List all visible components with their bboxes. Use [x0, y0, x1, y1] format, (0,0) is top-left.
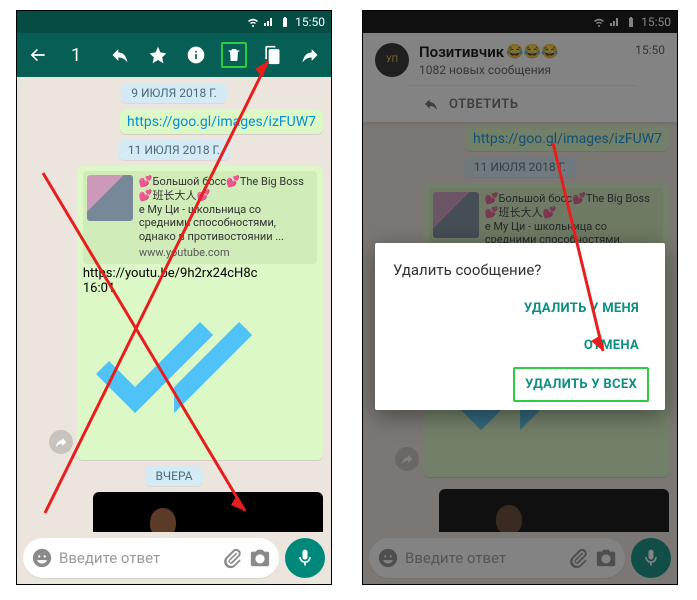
message-link-text[interactable]: https://goo.gl/images/izFUW7: [127, 114, 316, 130]
delete-for-me-button[interactable]: УДАЛИТЬ У МЕНЯ: [514, 293, 649, 324]
dialog-title: Удалить сообщение?: [393, 261, 649, 279]
cancel-button[interactable]: ОТМЕНА: [574, 330, 649, 361]
forward-button[interactable]: [297, 42, 323, 68]
wifi-icon: [247, 16, 259, 28]
input-placeholder: Введите ответ: [59, 549, 215, 567]
phone-right: 15:50 УП Позитивчик 😂😂😂 1082 новых сообщ…: [362, 10, 678, 585]
mic-icon: [295, 548, 315, 568]
emoji-icon[interactable]: [31, 547, 53, 569]
camera-icon[interactable]: [249, 547, 271, 569]
preview-thumbnail: [87, 175, 133, 221]
trash-icon: [226, 45, 242, 65]
forward-icon: [300, 45, 320, 65]
status-time: 15:50: [295, 15, 325, 29]
date-pill: 9 ИЮЛЯ 2018 Г.: [121, 83, 226, 103]
mic-button[interactable]: [285, 538, 325, 578]
delete-for-everyone-button[interactable]: УДАЛИТЬ У ВСЕХ: [513, 367, 649, 402]
link-preview-card[interactable]: 💕Большой босс💕The Big Boss💕班长大人💕 е Му Ци…: [83, 171, 317, 264]
forward-bubble-button[interactable]: [49, 430, 73, 454]
delete-button[interactable]: [221, 42, 247, 68]
phone-left: 15:50 1: [16, 10, 332, 585]
message-link-preview[interactable]: 💕Большой босс💕The Big Boss💕班长大人💕 е Му Ци…: [77, 166, 323, 460]
attach-icon[interactable]: [221, 547, 243, 569]
copy-icon: [262, 45, 282, 65]
selection-count: 1: [71, 45, 81, 66]
message-link-text[interactable]: https://youtu.be/9h2rx24cH8c: [83, 266, 317, 281]
delete-dialog: Удалить сообщение? УДАЛИТЬ У МЕНЯ ОТМЕНА…: [375, 243, 665, 410]
message-input[interactable]: Введите ответ: [23, 538, 279, 578]
preview-title: 💕Большой босс💕The Big Boss💕班长大人💕: [139, 175, 311, 203]
copy-button[interactable]: [259, 42, 285, 68]
date-pill: ВЧЕРА: [145, 466, 202, 486]
status-bar: 15:50: [17, 11, 331, 33]
selection-app-bar: 1: [17, 33, 331, 77]
signal-icon: [263, 16, 275, 28]
info-button[interactable]: [183, 42, 209, 68]
star-icon: [148, 45, 168, 65]
input-bar: Введите ответ: [17, 532, 331, 584]
message-link-1[interactable]: https://goo.gl/images/izFUW7: [120, 109, 323, 134]
message-gif[interactable]: GIF GIPHY 13:52: [93, 492, 323, 532]
double-check-icon: [83, 296, 317, 452]
preview-description: е Му Ци - школьница со средними способно…: [139, 203, 311, 244]
arrow-left-icon: [28, 45, 48, 65]
chat-area[interactable]: 9 ИЮЛЯ 2018 Г. https://goo.gl/images/izF…: [17, 77, 331, 532]
message-time: 16:01: [83, 281, 317, 456]
date-pill: 11 ИЮЛЯ 2018 Г.: [118, 140, 230, 160]
reply-icon: [110, 45, 130, 65]
info-icon: [186, 45, 206, 65]
share-icon: [54, 435, 68, 449]
star-button[interactable]: [145, 42, 171, 68]
preview-site: www.youtube.com: [139, 246, 311, 260]
battery-icon: [279, 16, 291, 28]
reply-button[interactable]: [107, 42, 133, 68]
back-button[interactable]: [25, 42, 51, 68]
